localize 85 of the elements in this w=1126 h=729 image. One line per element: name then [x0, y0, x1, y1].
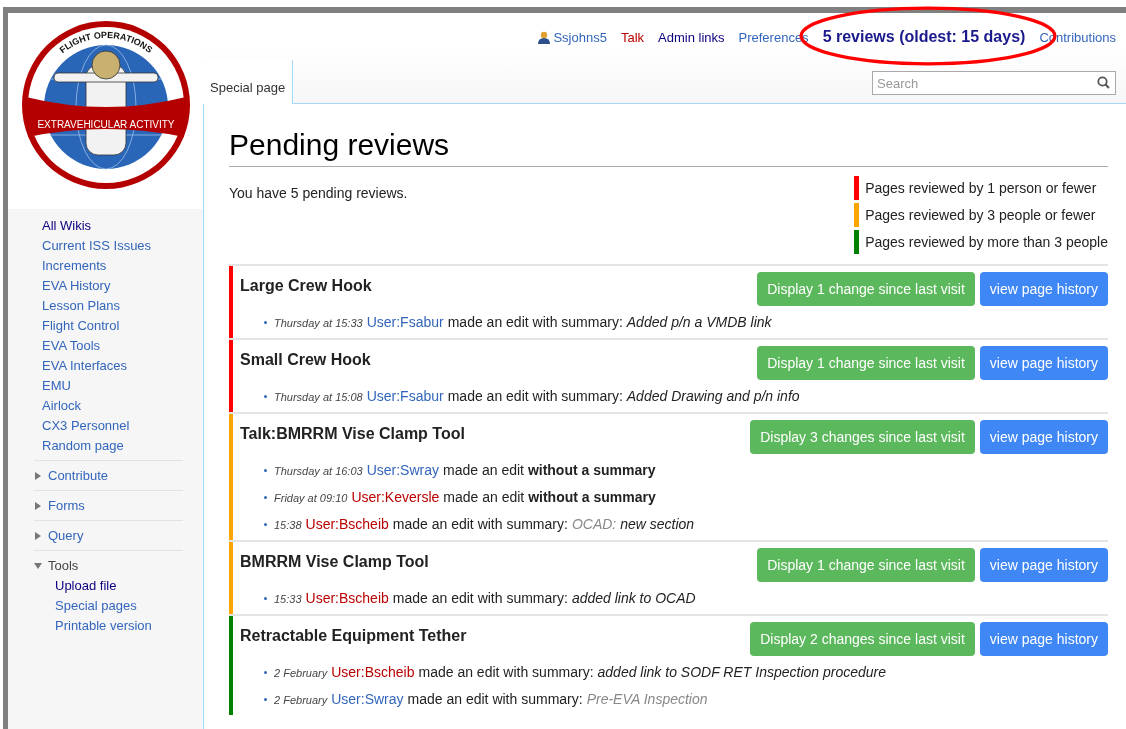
- legend-label: Pages reviewed by more than 3 people: [865, 234, 1108, 250]
- sidebar-link[interactable]: Increments: [42, 256, 107, 276]
- review-title: BMRRM Vise Clamp Tool: [240, 553, 429, 571]
- sidebar-section-toggle[interactable]: Tools: [34, 556, 79, 576]
- user-link[interactable]: Ssjohns5: [538, 29, 607, 45]
- edit-action: made an edit with summary:: [447, 313, 623, 332]
- sidebar-link[interactable]: Lesson Plans: [42, 296, 121, 316]
- page-history-button[interactable]: view page history: [979, 548, 1108, 582]
- sidebar-link[interactable]: Airlock: [42, 396, 81, 416]
- bullet-icon: [264, 395, 267, 398]
- bullet-icon: [264, 597, 267, 600]
- user-icon: [538, 30, 551, 44]
- sidebar-link[interactable]: EVA Interfaces: [42, 356, 128, 376]
- edit-summary: new section: [620, 515, 695, 534]
- edit-action: made an edit with summary:: [392, 515, 568, 534]
- edit-time: 15:38: [274, 518, 302, 533]
- sidebar-link[interactable]: Flight Control: [42, 316, 120, 336]
- bullet-icon: [264, 698, 267, 701]
- review-title: Talk:BMRRM Vise Clamp Tool: [240, 425, 465, 443]
- sidebar-link[interactable]: Special pages: [55, 596, 137, 616]
- user-link[interactable]: User:Bscheib: [305, 511, 389, 537]
- sidebar-link[interactable]: EVA Tools: [42, 336, 101, 356]
- page-tab[interactable]: Special page: [203, 60, 294, 104]
- bullet-icon: [264, 496, 267, 499]
- review-title: Small Crew Hook: [240, 351, 371, 369]
- edit-summary: added link to OCAD: [571, 589, 696, 608]
- review-title: Large Crew Hook: [240, 277, 372, 295]
- search-field[interactable]: Search: [872, 71, 1116, 95]
- personal-link[interactable]: Talk: [620, 29, 645, 45]
- collapsed-triangle-icon: [34, 532, 42, 540]
- sidebar-link[interactable]: EVA History: [42, 276, 111, 296]
- intro-text: You have 5 pending reviews.: [229, 185, 408, 203]
- user-link[interactable]: User:Swray: [366, 457, 440, 483]
- edit-action: made an edit with summary:: [447, 387, 623, 406]
- bullet-icon: [264, 469, 267, 472]
- user-link[interactable]: User:Fsabur: [366, 309, 444, 335]
- edit-summary: Added p/n a VMDB link: [626, 313, 772, 332]
- user-link[interactable]: User:Bscheib: [331, 659, 415, 685]
- bullet-icon: [264, 321, 267, 324]
- edit-time: 2 February: [274, 666, 328, 681]
- edit-summary: added link to SODF RET Inspection procedure: [597, 663, 886, 682]
- edit-time: Thursday at 16:03: [274, 464, 363, 479]
- edit-action: made an edit without a summary: [443, 461, 656, 480]
- sidebar-section-toggle[interactable]: Contribute: [34, 466, 108, 486]
- collapsed-triangle-icon: [34, 502, 42, 510]
- page-history-button[interactable]: view page history: [979, 272, 1108, 306]
- legend-label: Pages reviewed by 1 person or fewer: [865, 180, 1097, 196]
- edit-action: made an edit with summary:: [407, 690, 583, 709]
- edit-summary: Added Drawing and p/n info: [626, 387, 800, 406]
- expanded-triangle-icon: [34, 562, 42, 570]
- collapsed-triangle-icon: [34, 472, 42, 480]
- sidebar-link[interactable]: All Wikis: [42, 216, 92, 236]
- section-link[interactable]: OCAD:: [571, 511, 617, 537]
- user-link[interactable]: User:Fsabur: [366, 383, 444, 409]
- edit-action: made an edit without a summary: [443, 488, 656, 507]
- legend-label: Pages reviewed by 3 people or fewer: [865, 207, 1096, 223]
- edit-action: made an edit with summary:: [392, 589, 568, 608]
- edit-action: made an edit with summary:: [418, 663, 594, 682]
- user-link[interactable]: User:Keversle: [351, 484, 440, 510]
- edit-time: Thursday at 15:33: [274, 316, 363, 331]
- page-history-button[interactable]: view page history: [979, 420, 1108, 454]
- sidebar-section-toggle[interactable]: Forms: [34, 496, 85, 516]
- page-history-button[interactable]: view page history: [979, 622, 1108, 656]
- logo-banner-text: EXTRAVEHICULAR ACTIVITY: [36, 119, 175, 130]
- sidebar-link[interactable]: EMU: [42, 376, 71, 396]
- sidebar-link[interactable]: Printable version: [55, 616, 152, 636]
- sidebar-section-toggle[interactable]: Query: [34, 526, 84, 546]
- edit-time: 15:33: [274, 592, 302, 607]
- page-history-button[interactable]: view page history: [979, 346, 1108, 380]
- sidebar-link[interactable]: Random page: [42, 436, 124, 456]
- review-title: Retractable Equipment Tether: [240, 627, 467, 645]
- edit-time: 2 February: [274, 693, 328, 708]
- personal-link[interactable]: Admin links: [658, 29, 725, 45]
- edit-time: Friday at 09:10: [274, 491, 348, 506]
- sidebar-link[interactable]: Upload file: [55, 576, 117, 596]
- bullet-icon: [264, 671, 267, 674]
- sidebar-link[interactable]: CX3 Personnel: [42, 416, 130, 436]
- section-link[interactable]: Pre-EVA Inspection: [586, 686, 708, 712]
- user-link[interactable]: User:Swray: [331, 686, 404, 712]
- sidebar-link[interactable]: Current ISS Issues: [42, 236, 152, 256]
- bullet-icon: [264, 523, 267, 526]
- page-title: Pending reviews: [229, 126, 1108, 167]
- search-icon[interactable]: [1097, 76, 1110, 89]
- user-link[interactable]: User:Bscheib: [305, 585, 389, 611]
- edit-time: Thursday at 15:08: [274, 390, 363, 405]
